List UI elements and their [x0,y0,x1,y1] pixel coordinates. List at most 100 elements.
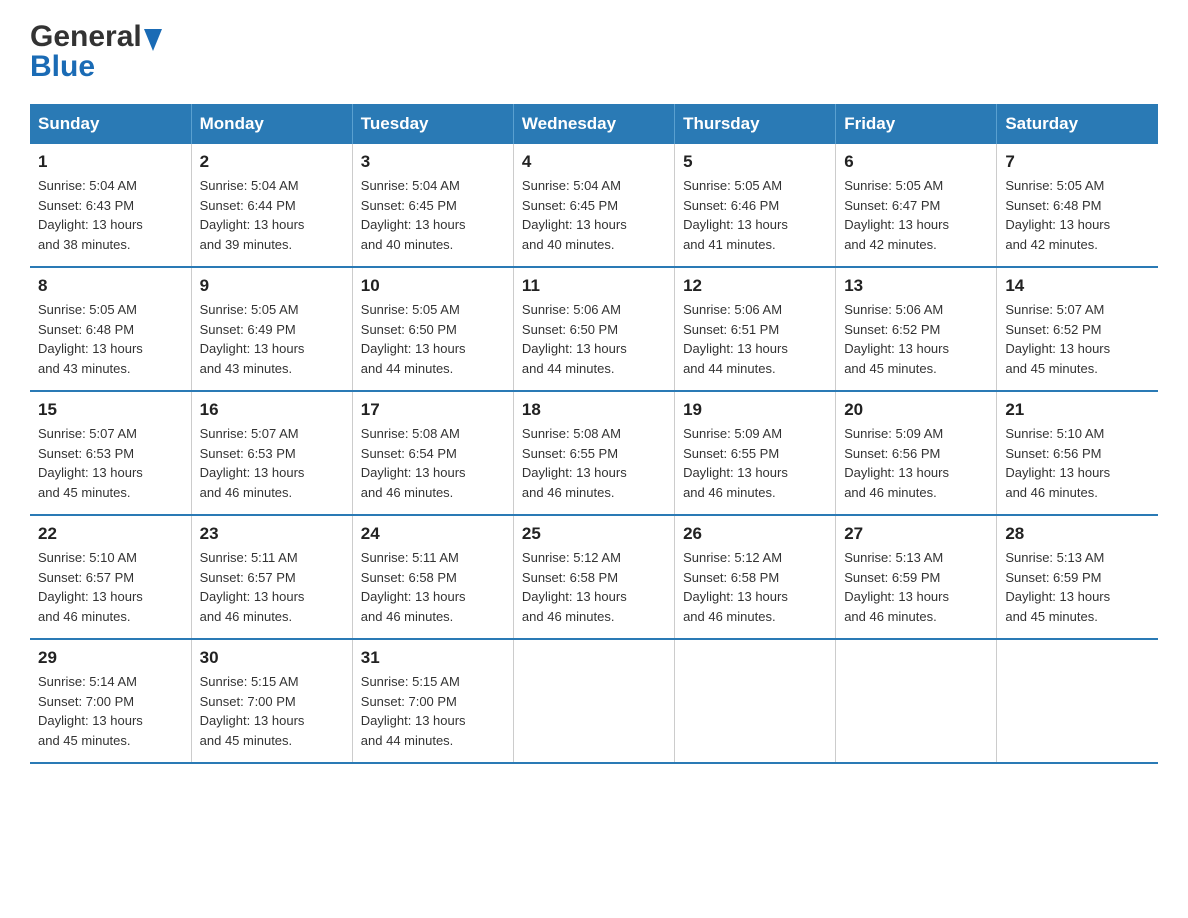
column-header-saturday: Saturday [997,104,1158,144]
calendar-cell: 6 Sunrise: 5:05 AM Sunset: 6:47 PM Dayli… [836,144,997,267]
logo: General Blue [30,20,162,84]
day-info: Sunrise: 5:04 AM Sunset: 6:45 PM Dayligh… [522,176,666,254]
calendar-cell: 19 Sunrise: 5:09 AM Sunset: 6:55 PM Dayl… [675,391,836,515]
day-info: Sunrise: 5:08 AM Sunset: 6:54 PM Dayligh… [361,424,505,502]
day-number: 15 [38,400,183,420]
day-number: 17 [361,400,505,420]
calendar-cell: 31 Sunrise: 5:15 AM Sunset: 7:00 PM Dayl… [352,639,513,763]
calendar-cell: 16 Sunrise: 5:07 AM Sunset: 6:53 PM Dayl… [191,391,352,515]
day-number: 20 [844,400,988,420]
calendar-week-row: 22 Sunrise: 5:10 AM Sunset: 6:57 PM Dayl… [30,515,1158,639]
day-number: 27 [844,524,988,544]
day-number: 2 [200,152,344,172]
column-header-thursday: Thursday [675,104,836,144]
calendar-cell: 10 Sunrise: 5:05 AM Sunset: 6:50 PM Dayl… [352,267,513,391]
logo-general-text: General [30,20,142,54]
day-info: Sunrise: 5:07 AM Sunset: 6:53 PM Dayligh… [200,424,344,502]
day-number: 31 [361,648,505,668]
calendar-cell: 13 Sunrise: 5:06 AM Sunset: 6:52 PM Dayl… [836,267,997,391]
calendar-cell: 8 Sunrise: 5:05 AM Sunset: 6:48 PM Dayli… [30,267,191,391]
day-number: 7 [1005,152,1150,172]
day-number: 13 [844,276,988,296]
calendar-cell: 30 Sunrise: 5:15 AM Sunset: 7:00 PM Dayl… [191,639,352,763]
calendar-cell: 24 Sunrise: 5:11 AM Sunset: 6:58 PM Dayl… [352,515,513,639]
day-info: Sunrise: 5:06 AM Sunset: 6:50 PM Dayligh… [522,300,666,378]
logo-arrow-icon [144,27,162,51]
day-number: 30 [200,648,344,668]
day-info: Sunrise: 5:05 AM Sunset: 6:49 PM Dayligh… [200,300,344,378]
day-number: 22 [38,524,183,544]
day-info: Sunrise: 5:11 AM Sunset: 6:57 PM Dayligh… [200,548,344,626]
calendar-cell: 23 Sunrise: 5:11 AM Sunset: 6:57 PM Dayl… [191,515,352,639]
day-info: Sunrise: 5:04 AM Sunset: 6:45 PM Dayligh… [361,176,505,254]
day-number: 9 [200,276,344,296]
day-info: Sunrise: 5:04 AM Sunset: 6:44 PM Dayligh… [200,176,344,254]
calendar-cell: 14 Sunrise: 5:07 AM Sunset: 6:52 PM Dayl… [997,267,1158,391]
day-number: 3 [361,152,505,172]
day-info: Sunrise: 5:05 AM Sunset: 6:48 PM Dayligh… [1005,176,1150,254]
calendar-week-row: 15 Sunrise: 5:07 AM Sunset: 6:53 PM Dayl… [30,391,1158,515]
calendar-cell [675,639,836,763]
column-header-wednesday: Wednesday [513,104,674,144]
calendar-cell [513,639,674,763]
day-info: Sunrise: 5:04 AM Sunset: 6:43 PM Dayligh… [38,176,183,254]
day-info: Sunrise: 5:06 AM Sunset: 6:51 PM Dayligh… [683,300,827,378]
day-info: Sunrise: 5:06 AM Sunset: 6:52 PM Dayligh… [844,300,988,378]
day-info: Sunrise: 5:05 AM Sunset: 6:46 PM Dayligh… [683,176,827,254]
calendar-header-row: SundayMondayTuesdayWednesdayThursdayFrid… [30,104,1158,144]
day-info: Sunrise: 5:07 AM Sunset: 6:53 PM Dayligh… [38,424,183,502]
calendar-cell: 26 Sunrise: 5:12 AM Sunset: 6:58 PM Dayl… [675,515,836,639]
calendar-cell: 20 Sunrise: 5:09 AM Sunset: 6:56 PM Dayl… [836,391,997,515]
calendar-cell [836,639,997,763]
calendar-cell: 9 Sunrise: 5:05 AM Sunset: 6:49 PM Dayli… [191,267,352,391]
day-number: 26 [683,524,827,544]
day-number: 29 [38,648,183,668]
day-number: 18 [522,400,666,420]
day-info: Sunrise: 5:05 AM Sunset: 6:50 PM Dayligh… [361,300,505,378]
day-number: 8 [38,276,183,296]
calendar-cell: 15 Sunrise: 5:07 AM Sunset: 6:53 PM Dayl… [30,391,191,515]
calendar-cell: 2 Sunrise: 5:04 AM Sunset: 6:44 PM Dayli… [191,144,352,267]
day-number: 19 [683,400,827,420]
logo-blue-text: Blue [30,50,95,84]
calendar-week-row: 1 Sunrise: 5:04 AM Sunset: 6:43 PM Dayli… [30,144,1158,267]
calendar-cell: 22 Sunrise: 5:10 AM Sunset: 6:57 PM Dayl… [30,515,191,639]
day-info: Sunrise: 5:11 AM Sunset: 6:58 PM Dayligh… [361,548,505,626]
day-number: 1 [38,152,183,172]
day-number: 16 [200,400,344,420]
calendar-cell: 17 Sunrise: 5:08 AM Sunset: 6:54 PM Dayl… [352,391,513,515]
calendar-week-row: 8 Sunrise: 5:05 AM Sunset: 6:48 PM Dayli… [30,267,1158,391]
day-info: Sunrise: 5:08 AM Sunset: 6:55 PM Dayligh… [522,424,666,502]
day-info: Sunrise: 5:07 AM Sunset: 6:52 PM Dayligh… [1005,300,1150,378]
column-header-tuesday: Tuesday [352,104,513,144]
day-info: Sunrise: 5:12 AM Sunset: 6:58 PM Dayligh… [522,548,666,626]
day-number: 23 [200,524,344,544]
day-number: 24 [361,524,505,544]
calendar-week-row: 29 Sunrise: 5:14 AM Sunset: 7:00 PM Dayl… [30,639,1158,763]
calendar-cell: 25 Sunrise: 5:12 AM Sunset: 6:58 PM Dayl… [513,515,674,639]
calendar-cell: 27 Sunrise: 5:13 AM Sunset: 6:59 PM Dayl… [836,515,997,639]
day-info: Sunrise: 5:12 AM Sunset: 6:58 PM Dayligh… [683,548,827,626]
day-info: Sunrise: 5:10 AM Sunset: 6:57 PM Dayligh… [38,548,183,626]
day-number: 28 [1005,524,1150,544]
day-number: 14 [1005,276,1150,296]
column-header-friday: Friday [836,104,997,144]
day-info: Sunrise: 5:09 AM Sunset: 6:56 PM Dayligh… [844,424,988,502]
day-info: Sunrise: 5:15 AM Sunset: 7:00 PM Dayligh… [361,672,505,750]
calendar-cell: 12 Sunrise: 5:06 AM Sunset: 6:51 PM Dayl… [675,267,836,391]
day-info: Sunrise: 5:13 AM Sunset: 6:59 PM Dayligh… [844,548,988,626]
day-number: 4 [522,152,666,172]
page-header: General Blue [30,20,1158,84]
day-number: 10 [361,276,505,296]
day-number: 12 [683,276,827,296]
column-header-sunday: Sunday [30,104,191,144]
day-number: 5 [683,152,827,172]
day-number: 11 [522,276,666,296]
calendar-cell [997,639,1158,763]
calendar-cell: 1 Sunrise: 5:04 AM Sunset: 6:43 PM Dayli… [30,144,191,267]
day-info: Sunrise: 5:13 AM Sunset: 6:59 PM Dayligh… [1005,548,1150,626]
calendar-cell: 29 Sunrise: 5:14 AM Sunset: 7:00 PM Dayl… [30,639,191,763]
day-info: Sunrise: 5:10 AM Sunset: 6:56 PM Dayligh… [1005,424,1150,502]
calendar-cell: 5 Sunrise: 5:05 AM Sunset: 6:46 PM Dayli… [675,144,836,267]
day-number: 21 [1005,400,1150,420]
